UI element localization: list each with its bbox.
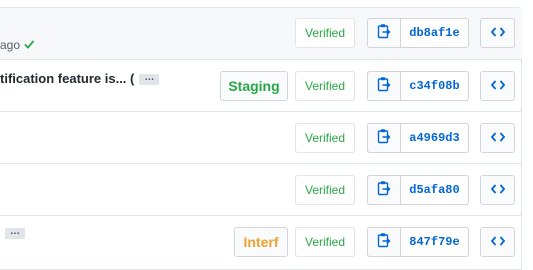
row-divider — [0, 59, 522, 60]
copy-sha-button[interactable] — [367, 71, 401, 101]
commit-message: tification feature is... ( … — [0, 71, 160, 86]
code-icon — [490, 235, 505, 250]
browse-repo-button[interactable] — [480, 18, 515, 48]
clipboard-icon — [377, 76, 391, 97]
commit-sha-link[interactable]: d5afa80 — [400, 175, 469, 205]
clipboard-icon — [377, 128, 391, 149]
browse-repo-button[interactable] — [480, 175, 515, 205]
deployment-tag[interactable]: Interf — [234, 227, 288, 257]
commit-list: ago Verified db8af1e tification feature is.… — [0, 7, 522, 270]
check-icon — [23, 38, 35, 53]
commit-row: … Interf Verified 847f79e — [0, 217, 522, 270]
commit-sha-link[interactable]: 847f79e — [400, 227, 469, 257]
copy-sha-button[interactable] — [367, 175, 401, 205]
commit-message: … — [0, 225, 25, 240]
commit-sha-link[interactable]: c34f08b — [400, 71, 469, 101]
copy-sha-button[interactable] — [367, 123, 401, 153]
commit-row: Verified d5afa80 — [0, 165, 522, 216]
deployment-tag[interactable]: Staging — [220, 71, 288, 101]
expand-message-button[interactable]: … — [139, 73, 160, 86]
commit-sha-link[interactable]: a4969d3 — [400, 123, 469, 153]
commit-sha-link[interactable]: db8af1e — [400, 18, 469, 48]
verified-badge[interactable]: Verified — [295, 71, 355, 101]
browse-repo-button[interactable] — [480, 227, 515, 257]
clipboard-icon — [377, 23, 391, 44]
commit-message: ago — [0, 37, 35, 53]
commit-row: tification feature is... ( … Staging Verifi… — [0, 61, 522, 112]
clipboard-icon — [377, 232, 391, 253]
row-divider — [0, 163, 522, 164]
row-divider — [0, 215, 522, 216]
verified-badge[interactable]: Verified — [295, 175, 355, 205]
copy-sha-button[interactable] — [367, 227, 401, 257]
commit-time: ago — [0, 38, 21, 52]
code-icon — [490, 79, 505, 94]
code-icon — [490, 183, 505, 198]
commit-row: ago Verified db8af1e — [0, 8, 522, 60]
commit-row: Verified a4969d3 — [0, 113, 522, 164]
clipboard-icon — [377, 180, 391, 201]
code-icon — [490, 131, 505, 146]
code-icon — [490, 26, 505, 41]
copy-sha-button[interactable] — [367, 18, 401, 48]
expand-message-button[interactable]: … — [5, 227, 25, 240]
browse-repo-button[interactable] — [480, 71, 515, 101]
verified-badge[interactable]: Verified — [295, 123, 355, 153]
browse-repo-button[interactable] — [480, 123, 515, 153]
verified-badge[interactable]: Verified — [295, 18, 355, 48]
verified-badge[interactable]: Verified — [295, 227, 355, 257]
commit-title[interactable]: tification feature is... ( — [0, 71, 134, 86]
row-divider — [0, 111, 522, 112]
